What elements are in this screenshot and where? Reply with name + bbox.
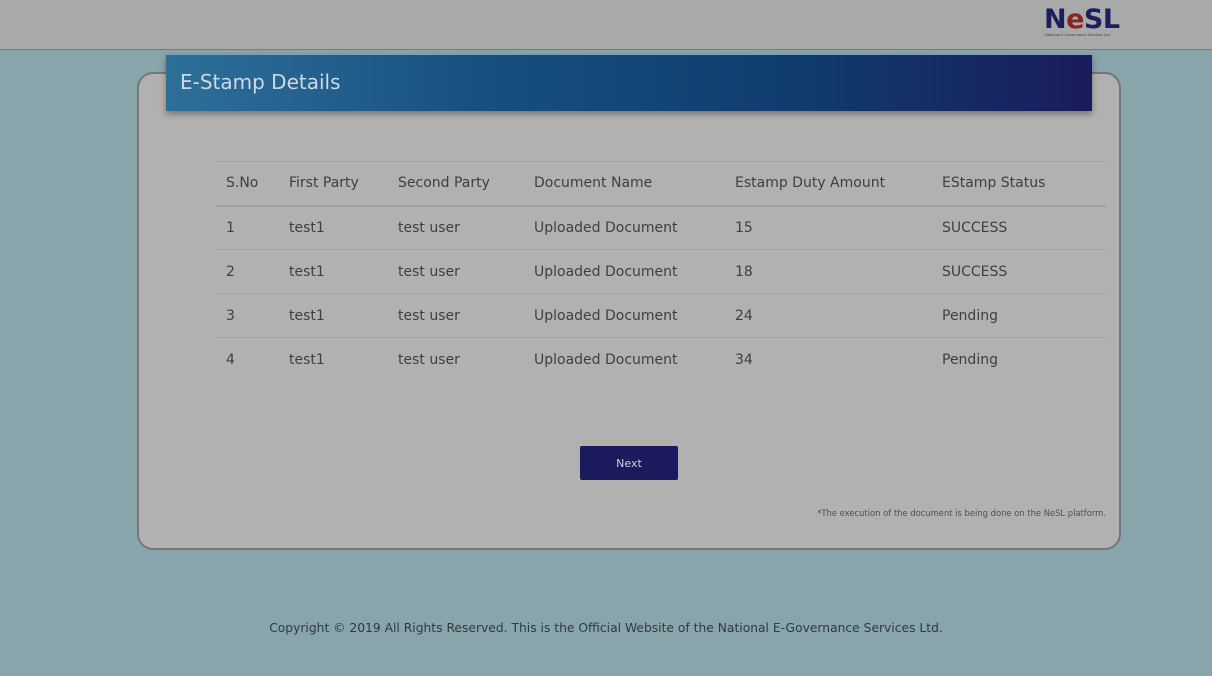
execution-note: *The execution of the document is being …: [760, 508, 1106, 518]
cell-status: SUCCESS: [942, 263, 1008, 280]
footer-copyright: Copyright © 2019 All Rights Reserved. Th…: [269, 621, 943, 635]
cell-first-party: test1: [289, 307, 325, 324]
logo-wordmark: NeSL: [1044, 4, 1120, 35]
table-header-row: S.No First Party Second Party Document N…: [216, 161, 1106, 206]
cell-sno: 4: [226, 351, 235, 368]
cell-duty-amount: 34: [735, 351, 753, 368]
cell-duty-amount: 15: [735, 219, 753, 236]
cell-document-name: Uploaded Document: [534, 263, 678, 280]
table-row: 2 test1 test user Uploaded Document 18 S…: [216, 250, 1106, 294]
cell-second-party: test user: [398, 351, 460, 368]
table-row: 3 test1 test user Uploaded Document 24 P…: [216, 294, 1106, 338]
cell-first-party: test1: [289, 351, 325, 368]
cell-first-party: test1: [289, 219, 325, 236]
cell-sno: 2: [226, 263, 235, 280]
table-row: 4 test1 test user Uploaded Document 34 P…: [216, 338, 1106, 382]
cell-first-party: test1: [289, 263, 325, 280]
cell-status: Pending: [942, 307, 998, 324]
cell-document-name: Uploaded Document: [534, 307, 678, 324]
cell-status: Pending: [942, 351, 998, 368]
col-header-document-name: Document Name: [534, 175, 653, 192]
cell-sno: 3: [226, 307, 235, 324]
logo-tagline: National E-Governance Services Ltd.: [1045, 33, 1111, 37]
col-header-duty-amount: Estamp Duty Amount: [735, 175, 886, 192]
col-header-second-party: Second Party: [398, 175, 490, 192]
estamp-table: S.No First Party Second Party Document N…: [216, 161, 1106, 382]
col-header-status: EStamp Status: [942, 175, 1046, 192]
cell-duty-amount: 18: [735, 263, 753, 280]
cell-sno: 1: [226, 219, 235, 236]
note-text: The execution of the document is being d…: [821, 508, 1106, 518]
col-header-sno: S.No: [226, 175, 259, 192]
cell-second-party: test user: [398, 307, 460, 324]
nesl-logo[interactable]: NeSL National E-Governance Services Ltd.: [1044, 5, 1138, 41]
cell-document-name: Uploaded Document: [534, 351, 678, 368]
table-row: 1 test1 test user Uploaded Document 15 S…: [216, 206, 1106, 250]
cell-second-party: test user: [398, 263, 460, 280]
cell-document-name: Uploaded Document: [534, 219, 678, 236]
page-title: E-Stamp Details: [180, 70, 341, 94]
cell-status: SUCCESS: [942, 219, 1008, 236]
card-header: E-Stamp Details: [166, 55, 1092, 111]
top-bar: NeSL National E-Governance Services Ltd.: [0, 0, 1212, 50]
cell-second-party: test user: [398, 219, 460, 236]
col-header-first-party: First Party: [289, 175, 359, 192]
cell-duty-amount: 24: [735, 307, 753, 324]
next-button[interactable]: Next: [580, 446, 678, 480]
